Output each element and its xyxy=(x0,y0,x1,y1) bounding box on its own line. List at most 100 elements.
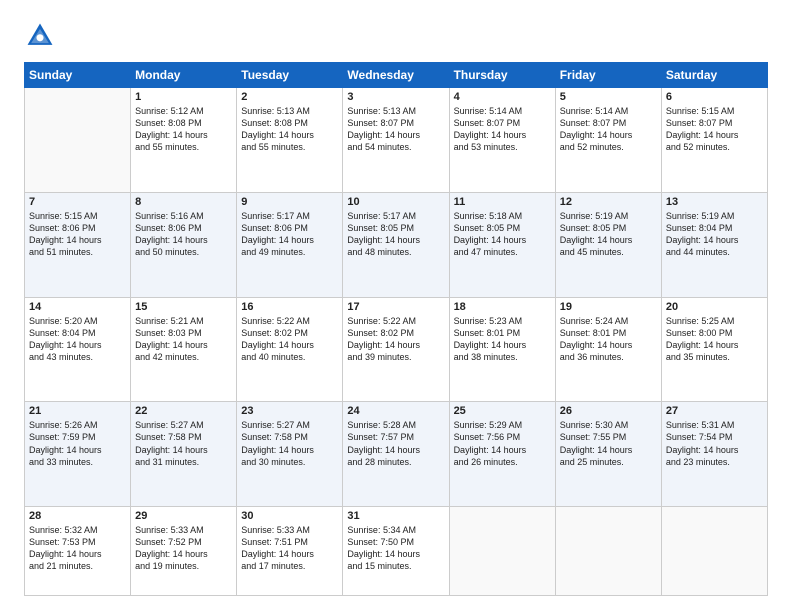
calendar-cell: 12 Sunrise: 5:19 AM Sunset: 8:05 PM Dayli… xyxy=(555,192,661,297)
weekday-header: Tuesday xyxy=(237,63,343,88)
day-number: 24 xyxy=(347,405,444,417)
weekday-header: Wednesday xyxy=(343,63,449,88)
calendar-cell: 1Sunrise: 5:12 AM Sunset: 8:08 PM Daylig… xyxy=(131,88,237,193)
cell-info: Sunrise: 5:23 AM Sunset: 8:01 PM Dayligh… xyxy=(454,315,551,364)
cell-info: Sunrise: 5:16 AM Sunset: 8:06 PM Dayligh… xyxy=(135,210,232,259)
cell-info: Sunrise: 5:27 AM Sunset: 7:58 PM Dayligh… xyxy=(241,419,338,468)
day-number: 16 xyxy=(241,301,338,313)
logo-icon xyxy=(24,20,56,52)
day-number: 1 xyxy=(135,91,232,103)
day-number: 29 xyxy=(135,510,232,522)
day-number: 26 xyxy=(560,405,657,417)
calendar-cell: 3 Sunrise: 5:13 AM Sunset: 8:07 PM Daylig… xyxy=(343,88,449,193)
calendar-cell: 9 Sunrise: 5:17 AM Sunset: 8:06 PM Daylig… xyxy=(237,192,343,297)
day-number: 27 xyxy=(666,405,763,417)
day-number: 18 xyxy=(454,301,551,313)
day-number: 19 xyxy=(560,301,657,313)
cell-info: Sunrise: 5:17 AM Sunset: 8:05 PM Dayligh… xyxy=(347,210,444,259)
cell-info: Sunrise: 5:15 AM Sunset: 8:07 PM Dayligh… xyxy=(666,105,763,154)
day-number: 21 xyxy=(29,405,126,417)
calendar-cell: 28 Sunrise: 5:32 AM Sunset: 7:53 PM Dayli… xyxy=(25,507,131,596)
cell-info: Sunrise: 5:31 AM Sunset: 7:54 PM Dayligh… xyxy=(666,419,763,468)
weekday-header: Thursday xyxy=(449,63,555,88)
calendar-cell: 29 Sunrise: 5:33 AM Sunset: 7:52 PM Dayli… xyxy=(131,507,237,596)
cell-info: Sunrise: 5:29 AM Sunset: 7:56 PM Dayligh… xyxy=(454,419,551,468)
calendar-cell: 17 Sunrise: 5:22 AM Sunset: 8:02 PM Dayli… xyxy=(343,297,449,402)
calendar-cell: 11 Sunrise: 5:18 AM Sunset: 8:05 PM Dayli… xyxy=(449,192,555,297)
cell-info: Sunrise: 5:27 AM Sunset: 7:58 PM Dayligh… xyxy=(135,419,232,468)
calendar-table: SundayMondayTuesdayWednesdayThursdayFrid… xyxy=(24,62,768,596)
logo xyxy=(24,20,60,52)
day-number: 10 xyxy=(347,196,444,208)
day-number: 23 xyxy=(241,405,338,417)
calendar-cell: 21 Sunrise: 5:26 AM Sunset: 7:59 PM Dayli… xyxy=(25,402,131,507)
weekday-header: Monday xyxy=(131,63,237,88)
calendar-cell: 14 Sunrise: 5:20 AM Sunset: 8:04 PM Dayli… xyxy=(25,297,131,402)
calendar-cell xyxy=(449,507,555,596)
calendar-cell: 4 Sunrise: 5:14 AM Sunset: 8:07 PM Daylig… xyxy=(449,88,555,193)
day-number: 12 xyxy=(560,196,657,208)
cell-info: Sunrise: 5:33 AM Sunset: 7:52 PM Dayligh… xyxy=(135,524,232,573)
weekday-header: Saturday xyxy=(661,63,767,88)
day-number: 9 xyxy=(241,196,338,208)
calendar-week-row: 7 Sunrise: 5:15 AM Sunset: 8:06 PM Daylig… xyxy=(25,192,768,297)
cell-info: Sunrise: 5:32 AM Sunset: 7:53 PM Dayligh… xyxy=(29,524,126,573)
day-number: 3 xyxy=(347,91,444,103)
calendar-cell xyxy=(25,88,131,193)
cell-info: Sunrise: 5:14 AM Sunset: 8:07 PM Dayligh… xyxy=(454,105,551,154)
day-number: 4 xyxy=(454,91,551,103)
calendar-cell: 6 Sunrise: 5:15 AM Sunset: 8:07 PM Daylig… xyxy=(661,88,767,193)
day-number: 31 xyxy=(347,510,444,522)
calendar-week-row: 21 Sunrise: 5:26 AM Sunset: 7:59 PM Dayli… xyxy=(25,402,768,507)
calendar-cell: 8Sunrise: 5:16 AM Sunset: 8:06 PM Daylig… xyxy=(131,192,237,297)
calendar-cell: 13Sunrise: 5:19 AM Sunset: 8:04 PM Dayli… xyxy=(661,192,767,297)
calendar-cell: 18 Sunrise: 5:23 AM Sunset: 8:01 PM Dayli… xyxy=(449,297,555,402)
calendar-week-row: 1Sunrise: 5:12 AM Sunset: 8:08 PM Daylig… xyxy=(25,88,768,193)
calendar-cell: 31 Sunrise: 5:34 AM Sunset: 7:50 PM Dayli… xyxy=(343,507,449,596)
cell-info: Sunrise: 5:18 AM Sunset: 8:05 PM Dayligh… xyxy=(454,210,551,259)
cell-info: Sunrise: 5:19 AM Sunset: 8:05 PM Dayligh… xyxy=(560,210,657,259)
calendar-cell: 7 Sunrise: 5:15 AM Sunset: 8:06 PM Daylig… xyxy=(25,192,131,297)
calendar-cell: 20Sunrise: 5:25 AM Sunset: 8:00 PM Dayli… xyxy=(661,297,767,402)
calendar-cell: 5Sunrise: 5:14 AM Sunset: 8:07 PM Daylig… xyxy=(555,88,661,193)
day-number: 7 xyxy=(29,196,126,208)
cell-info: Sunrise: 5:28 AM Sunset: 7:57 PM Dayligh… xyxy=(347,419,444,468)
calendar-cell: 2Sunrise: 5:13 AM Sunset: 8:08 PM Daylig… xyxy=(237,88,343,193)
cell-info: Sunrise: 5:22 AM Sunset: 8:02 PM Dayligh… xyxy=(347,315,444,364)
day-number: 15 xyxy=(135,301,232,313)
cell-info: Sunrise: 5:20 AM Sunset: 8:04 PM Dayligh… xyxy=(29,315,126,364)
calendar-cell: 27 Sunrise: 5:31 AM Sunset: 7:54 PM Dayli… xyxy=(661,402,767,507)
cell-info: Sunrise: 5:15 AM Sunset: 8:06 PM Dayligh… xyxy=(29,210,126,259)
day-number: 17 xyxy=(347,301,444,313)
cell-info: Sunrise: 5:21 AM Sunset: 8:03 PM Dayligh… xyxy=(135,315,232,364)
cell-info: Sunrise: 5:13 AM Sunset: 8:08 PM Dayligh… xyxy=(241,105,338,154)
page: SundayMondayTuesdayWednesdayThursdayFrid… xyxy=(0,0,792,612)
day-number: 13 xyxy=(666,196,763,208)
day-number: 28 xyxy=(29,510,126,522)
calendar-cell: 24 Sunrise: 5:28 AM Sunset: 7:57 PM Dayli… xyxy=(343,402,449,507)
cell-info: Sunrise: 5:14 AM Sunset: 8:07 PM Dayligh… xyxy=(560,105,657,154)
cell-info: Sunrise: 5:17 AM Sunset: 8:06 PM Dayligh… xyxy=(241,210,338,259)
cell-info: Sunrise: 5:13 AM Sunset: 8:07 PM Dayligh… xyxy=(347,105,444,154)
day-number: 20 xyxy=(666,301,763,313)
calendar-cell: 22 Sunrise: 5:27 AM Sunset: 7:58 PM Dayli… xyxy=(131,402,237,507)
header xyxy=(24,20,768,52)
calendar-cell: 30Sunrise: 5:33 AM Sunset: 7:51 PM Dayli… xyxy=(237,507,343,596)
cell-info: Sunrise: 5:30 AM Sunset: 7:55 PM Dayligh… xyxy=(560,419,657,468)
day-number: 6 xyxy=(666,91,763,103)
weekday-header: Friday xyxy=(555,63,661,88)
day-number: 11 xyxy=(454,196,551,208)
calendar-cell: 25 Sunrise: 5:29 AM Sunset: 7:56 PM Dayli… xyxy=(449,402,555,507)
cell-info: Sunrise: 5:24 AM Sunset: 8:01 PM Dayligh… xyxy=(560,315,657,364)
calendar-header-row: SundayMondayTuesdayWednesdayThursdayFrid… xyxy=(25,63,768,88)
calendar-cell xyxy=(555,507,661,596)
day-number: 14 xyxy=(29,301,126,313)
calendar-cell: 19 Sunrise: 5:24 AM Sunset: 8:01 PM Dayli… xyxy=(555,297,661,402)
day-number: 25 xyxy=(454,405,551,417)
cell-info: Sunrise: 5:34 AM Sunset: 7:50 PM Dayligh… xyxy=(347,524,444,573)
cell-info: Sunrise: 5:33 AM Sunset: 7:51 PM Dayligh… xyxy=(241,524,338,573)
cell-info: Sunrise: 5:26 AM Sunset: 7:59 PM Dayligh… xyxy=(29,419,126,468)
day-number: 22 xyxy=(135,405,232,417)
calendar-cell xyxy=(661,507,767,596)
weekday-header: Sunday xyxy=(25,63,131,88)
